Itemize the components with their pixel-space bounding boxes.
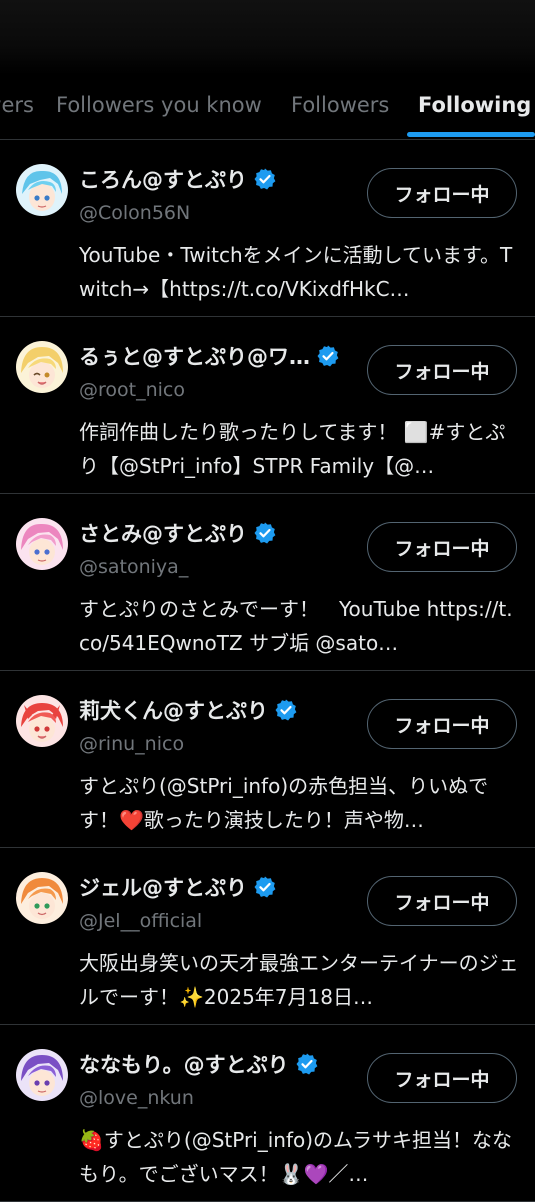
user-row[interactable]: ころん@すとぷり @Colon56N YouTube・Twitchをメインに活動…: [0, 140, 535, 317]
avatar[interactable]: [16, 872, 68, 924]
user-row[interactable]: ジェル@すとぷり @Jel__official 大阪出身笑いの天才最強エンターテ…: [0, 848, 535, 1025]
user-row[interactable]: るぅと@すとぷり@ワ… @root_nico 作詞作曲したり歌ったりしてます！ …: [0, 317, 535, 494]
status-bar-area: [0, 0, 535, 75]
user-bio: 🍓すとぷり(@StPri_info)のムラサキ担当！ななもり。でございマス！🐰💜…: [79, 1128, 513, 1186]
verified-badge-icon: [317, 345, 339, 367]
user-name[interactable]: ななもり。@すとぷり: [79, 1049, 289, 1079]
verified-badge-icon: [254, 522, 276, 544]
profile-tabs: Verified Followers Followers you know Fo…: [0, 75, 535, 140]
verified-badge-icon: [254, 876, 276, 898]
user-handle: @Colon56N: [79, 202, 191, 224]
user-bio: すとぷり(@StPri_info)の赤色担当、りいぬです！❤️歌ったり演技したり…: [79, 774, 489, 832]
user-bio: すとぷりのさとみでーす！ YouTube https://t.co/541EQw…: [79, 597, 513, 655]
verified-badge-icon: [254, 168, 276, 190]
user-row[interactable]: さとみ@すとぷり @satoniya_ すとぷりのさとみでーす！ YouTube…: [0, 494, 535, 671]
verified-badge-icon: [275, 699, 297, 721]
tab-verified-followers[interactable]: Verified Followers: [0, 93, 34, 117]
user-handle: @root_nico: [79, 379, 185, 401]
following-button[interactable]: フォロー中: [367, 1053, 517, 1103]
tab-following[interactable]: Following: [418, 93, 531, 117]
avatar[interactable]: [16, 164, 68, 216]
tab-followers[interactable]: Followers: [291, 93, 389, 117]
user-bio: YouTube・Twitchをメインに活動しています。Twitch→【https…: [79, 243, 513, 301]
user-row[interactable]: ななもり。@すとぷり @love_nkun 🍓すとぷり(@StPri_info)…: [0, 1025, 535, 1202]
tab-followers-you-know[interactable]: Followers you know: [56, 93, 262, 117]
following-button[interactable]: フォロー中: [367, 522, 517, 572]
user-name[interactable]: 莉犬くん@すとぷり: [79, 695, 268, 725]
user-bio: 作詞作曲したり歌ったりしてます！ ⬜#すとぷり【@StPri_info】STPR…: [79, 420, 506, 478]
user-handle: @Jel__official: [79, 910, 203, 932]
following-button[interactable]: フォロー中: [367, 699, 517, 749]
following-button[interactable]: フォロー中: [367, 876, 517, 926]
user-name[interactable]: ジェル@すとぷり: [79, 872, 247, 902]
avatar[interactable]: [16, 695, 68, 747]
verified-badge-icon: [296, 1053, 317, 1075]
avatar[interactable]: [16, 1049, 68, 1101]
following-button[interactable]: フォロー中: [367, 168, 517, 218]
avatar[interactable]: [16, 518, 68, 570]
user-name[interactable]: ころん@すとぷり: [79, 164, 247, 194]
active-tab-indicator: [407, 132, 535, 137]
user-name[interactable]: るぅと@すとぷり@ワ…: [79, 341, 310, 371]
user-handle: @satoniya_: [79, 556, 189, 578]
user-handle: @rinu_nico: [79, 733, 185, 755]
user-bio: 大阪出身笑いの天才最強エンターテイナーのジェルでーす！✨2025年7月18日…: [79, 951, 519, 1009]
following-button[interactable]: フォロー中: [367, 345, 517, 395]
avatar[interactable]: [16, 341, 68, 393]
user-name[interactable]: さとみ@すとぷり: [79, 518, 247, 548]
user-handle: @love_nkun: [79, 1087, 194, 1109]
following-list: ころん@すとぷり @Colon56N YouTube・Twitchをメインに活動…: [0, 140, 535, 1202]
user-row[interactable]: 莉犬くん@すとぷり @rinu_nico すとぷり(@StPri_info)の赤…: [0, 671, 535, 848]
